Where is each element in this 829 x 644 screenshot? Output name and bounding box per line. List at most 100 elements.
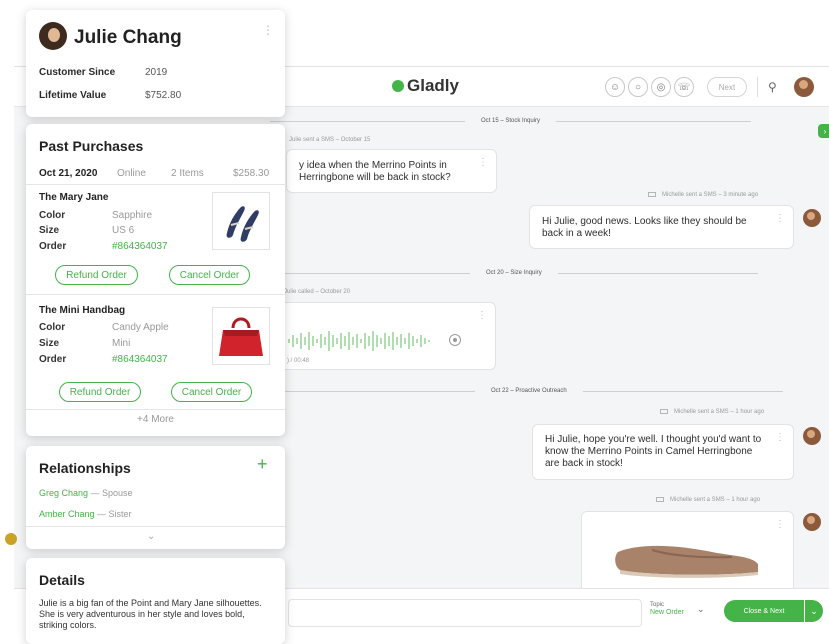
lifetime-value-label: Lifetime Value (39, 90, 107, 101)
customer-since-value: 2019 (145, 67, 168, 78)
color-label: Color (39, 210, 66, 221)
sms-icon (656, 497, 664, 502)
size-label: Size (39, 338, 60, 349)
message-menu-icon[interactable]: ⋮ (775, 520, 785, 530)
order-label: Order (39, 241, 67, 252)
top-actions: ☺ ○ ◎ ☏ Next ⚲ (605, 77, 777, 97)
date-divider: Oct 15 – Stock Inquiry (270, 115, 752, 127)
details-title: Details (39, 572, 85, 588)
chat-icon[interactable]: ◎ (651, 77, 671, 97)
size-value: Mini (112, 338, 131, 349)
divider (26, 409, 285, 410)
details-text: Julie is a big fan of the Point and Mary… (39, 598, 262, 630)
color-label: Color (39, 322, 66, 333)
product-image (212, 307, 270, 365)
message-menu-icon[interactable]: ⋮ (775, 214, 785, 224)
agent-avatar (803, 427, 821, 445)
size-value: US 6 (112, 225, 135, 236)
logo-dot-icon (392, 80, 404, 92)
relationships-card: Relationships + Greg Chang — Spouse Ambe… (26, 446, 285, 549)
play-icon[interactable] (449, 334, 461, 346)
message-icon[interactable]: ○ (628, 77, 648, 97)
order-date: Oct 21, 2020 (39, 168, 98, 179)
product-name: The Mary Jane (39, 192, 109, 203)
lifetime-value-value: $752.80 (145, 90, 182, 101)
customer-since-label: Customer Since (39, 67, 116, 78)
message-meta: Julie called – October 20 (284, 289, 351, 295)
message-menu-icon[interactable]: ⋮ (478, 158, 488, 168)
past-purchases-title: Past Purchases (39, 138, 144, 154)
message-text: y idea when the Merrino Points in Herrin… (299, 160, 451, 183)
divider (26, 184, 285, 185)
handbag-image (219, 317, 263, 356)
order-number-link[interactable]: #864364037 (112, 241, 168, 252)
date-divider: Oct 22 – Proactive Outreach (270, 385, 783, 397)
close-and-next-button[interactable]: Close & Next (724, 600, 804, 622)
logo-text: Gladly (407, 76, 459, 95)
order-total: $258.30 (233, 168, 270, 179)
customer-message: y idea when the Merrino Points in Herrin… (286, 149, 497, 193)
gladly-logo: Gladly (392, 76, 459, 96)
agent-avatar (803, 513, 821, 531)
audio-waveform[interactable] (287, 329, 435, 353)
agent-avatar[interactable] (794, 77, 814, 97)
mary-jane-shoes-image (226, 206, 259, 242)
color-value: Candy Apple (112, 322, 169, 333)
product-name: The Mini Handbag (39, 305, 126, 316)
shoe-image[interactable] (612, 532, 762, 580)
divider-label: Oct 15 – Stock Inquiry (481, 118, 541, 124)
order-items: 2 Items (171, 168, 204, 179)
side-panel-toggle-icon[interactable]: › (818, 124, 829, 138)
topic-selector[interactable]: Topic New Order (650, 601, 684, 617)
color-value: Sapphire (112, 210, 153, 221)
message-text: Hi Julie, good news. Looks like they sho… (542, 216, 747, 239)
relationship-item[interactable]: Greg Chang — Spouse (39, 488, 133, 498)
message-meta: Michelle sent a SMS – 3 minute ago (648, 192, 758, 198)
size-label: Size (39, 225, 60, 236)
details-card: Details Julie is a big fan of the Point … (26, 558, 285, 644)
divider-label: Oct 22 – Proactive Outreach (491, 388, 567, 394)
cancel-order-button[interactable]: Cancel Order (169, 265, 250, 285)
customer-name: Julie Chang (74, 27, 182, 48)
product-image-message: ⋮ (581, 511, 794, 588)
toolbar-divider (757, 77, 758, 97)
chevron-down-icon[interactable]: ⌄ (147, 531, 155, 542)
topic-value: New Order (650, 609, 684, 616)
more-purchases-link[interactable]: +4 More (26, 414, 285, 425)
order-channel: Online (117, 168, 146, 179)
cancel-order-button[interactable]: Cancel Order (171, 382, 252, 402)
topic-label: Topic (650, 602, 665, 608)
message-text: Hi Julie, hope you're well. I thought yo… (545, 434, 762, 469)
message-menu-icon[interactable]: ⋮ (775, 433, 785, 443)
chevron-down-icon[interactable]: ⌄ (805, 600, 823, 622)
message-input[interactable] (288, 599, 642, 627)
relationship-item[interactable]: Amber Chang — Sister (39, 509, 132, 519)
more-options-icon[interactable]: ⋮ (262, 24, 274, 36)
agent-avatar (803, 209, 821, 227)
customer-avatar (39, 22, 67, 50)
thumbs-up-icon[interactable]: ☺ (605, 77, 625, 97)
divider (26, 294, 285, 295)
date-divider: Oct 20 – Size Inquiry (270, 267, 758, 279)
next-button[interactable]: Next (707, 77, 747, 97)
call-recording: ) / 00:48 ⋮ (278, 302, 496, 370)
customer-avatar-small (5, 533, 17, 545)
product-image (212, 192, 270, 250)
relationships-title: Relationships (39, 460, 131, 476)
sms-icon (648, 192, 656, 197)
agent-message: Hi Julie, good news. Looks like they sho… (529, 205, 794, 249)
call-duration: ) / 00:48 (287, 358, 310, 364)
agent-message: Hi Julie, hope you're well. I thought yo… (532, 424, 794, 480)
message-menu-icon[interactable]: ⋮ (477, 311, 487, 321)
message-meta: Julie sent a SMS – October 15 (289, 137, 371, 143)
divider-label: Oct 20 – Size Inquiry (486, 270, 542, 276)
chevron-down-icon[interactable]: ⌄ (697, 604, 705, 615)
order-label: Order (39, 354, 67, 365)
refund-order-button[interactable]: Refund Order (55, 265, 138, 285)
order-number-link[interactable]: #864364037 (112, 354, 168, 365)
search-icon[interactable]: ⚲ (768, 80, 777, 94)
divider (26, 526, 285, 527)
phone-icon[interactable]: ☏ (674, 77, 694, 97)
refund-order-button[interactable]: Refund Order (59, 382, 141, 402)
add-relationship-icon[interactable]: + (257, 454, 268, 475)
